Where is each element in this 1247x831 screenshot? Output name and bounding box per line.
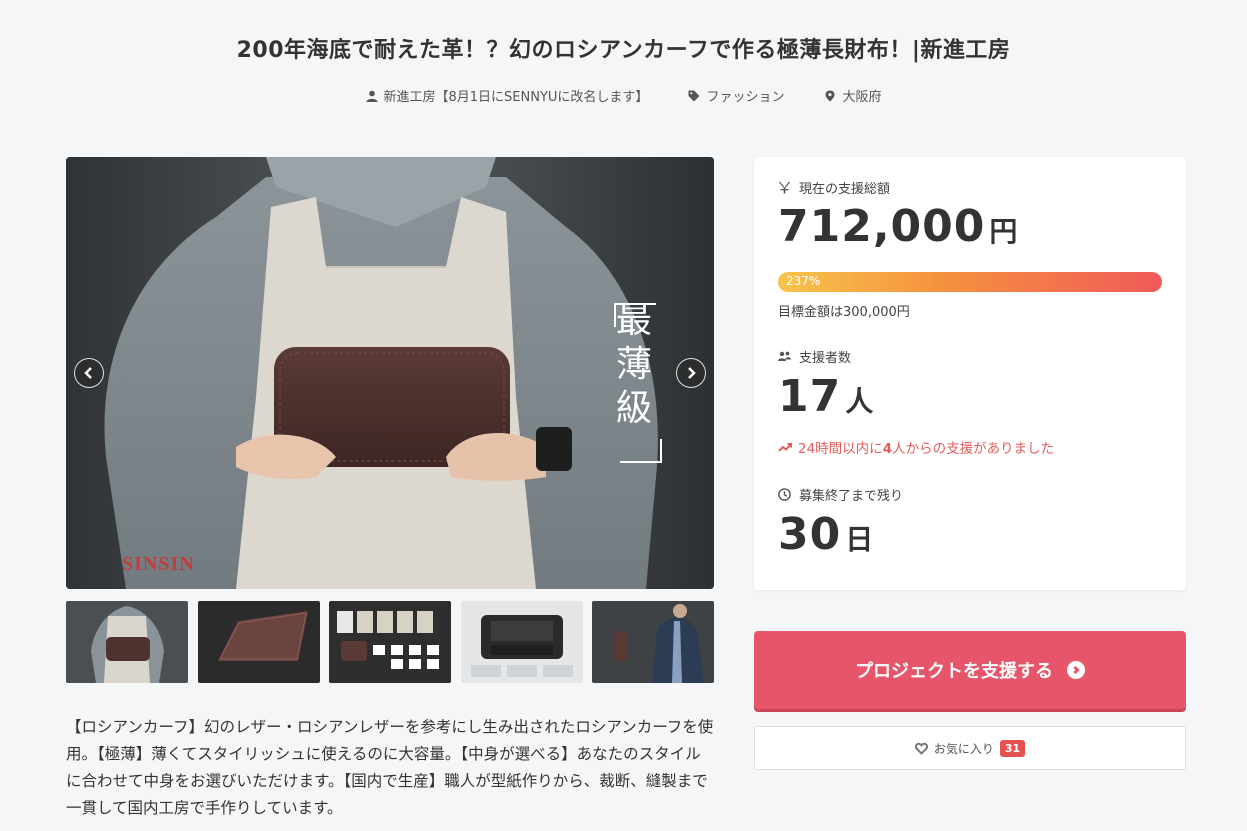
total-amount-value: 712,000 [778,201,986,252]
recent-prefix: 24時間以内に [798,441,883,457]
thumbnail-3[interactable] [329,601,451,683]
thumbnail-image [592,601,714,683]
thumbnail-2[interactable] [197,601,320,683]
thumbnail-image [66,601,188,683]
funding-progress-bar: 237% [778,272,1162,292]
backers-count-unit: 人 [845,385,874,418]
goal-amount: 目標金額は300,000円 [778,305,910,320]
brand-watermark: SINSIN [122,553,195,575]
backers-label-text: 支援者数 [799,351,852,366]
thumbnail-image [197,601,320,683]
users-icon [778,351,791,361]
favorite-label: お気に入り [933,741,994,756]
progress-percent: 237% [786,274,821,288]
backers-label: 支援者数 [778,347,851,366]
total-amount-unit: 円 [989,215,1018,248]
remaining-label-text: 募集終了まで残り [799,489,904,504]
support-project-button[interactable]: プロジェクトを支援する [754,631,1186,709]
backers-count-value: 17 [778,371,842,422]
chevron-left-icon [84,367,92,379]
main-image-carousel[interactable]: 最薄級 SINSIN [66,157,714,589]
recent-suffix: 人からの支援がありました [892,441,1055,457]
location-link[interactable]: 大阪府 [842,86,881,105]
yen-icon [779,181,790,194]
tag-icon [688,90,700,101]
category-meta[interactable]: ファッション [688,86,784,105]
thumbnail-1[interactable] [66,601,188,683]
arrow-circle-icon [1067,661,1085,679]
carousel-prev-button[interactable] [74,358,104,388]
project-meta: 新進工房【8月1日にSENNYUに改名します】 ファッション 大阪府 [0,86,1247,105]
remaining-days-unit: 日 [845,523,874,556]
heart-icon [914,742,928,755]
owner-meta[interactable]: 新進工房【8月1日にSENNYUに改名します】 [366,86,649,105]
recent-count: 4 [882,441,893,457]
user-icon [366,90,378,102]
category-link[interactable]: ファッション [706,86,784,105]
favorite-button[interactable]: お気に入り 31 [754,726,1186,770]
remaining-days-value: 30 [778,509,842,560]
total-amount: 712,000 円 [778,201,1017,252]
owner-link[interactable]: 新進工房【8月1日にSENNYUに改名します】 [384,86,649,105]
clock-icon [778,488,791,501]
thumbnail-4[interactable] [460,601,583,683]
support-button-label: プロジェクトを支援する [855,661,1053,682]
thumbnail-image [329,601,451,683]
thumbnail-5[interactable] [592,601,714,683]
chevron-right-icon [688,367,696,379]
overlay-caption: 最薄級 [615,300,652,429]
overlay-bracket-bottom [620,439,662,463]
thumbnail-image [460,601,583,683]
total-label-text: 現在の支援総額 [799,182,891,197]
recent-backers-note: 24時間以内に4人からの支援がありました [778,437,1054,457]
favorite-count-badge: 31 [999,739,1026,757]
carousel-next-button[interactable] [676,358,706,388]
location-meta[interactable]: 大阪府 [824,86,881,105]
location-pin-icon [825,90,835,101]
thumbnail-strip [66,601,714,683]
project-title: 200年海底で耐えた革！？幻のロシアンカーフで作る極薄長財布！|新進工房 [236,38,1011,63]
backers-count: 17 人 [778,371,873,422]
remaining-days: 30 日 [778,509,873,560]
remaining-label: 募集終了まで残り [778,485,903,504]
trend-up-icon [778,443,792,452]
total-label: 現在の支援総額 [778,178,890,197]
project-description: 【ロシアンカーフ】幻のレザー・ロシアンレザーを参考にし生み出されたロシアンカーフ… [66,718,714,817]
funding-stats-card: 現在の支援総額 712,000 円 237% 目標金額は300,000円 支援者… [754,157,1186,590]
